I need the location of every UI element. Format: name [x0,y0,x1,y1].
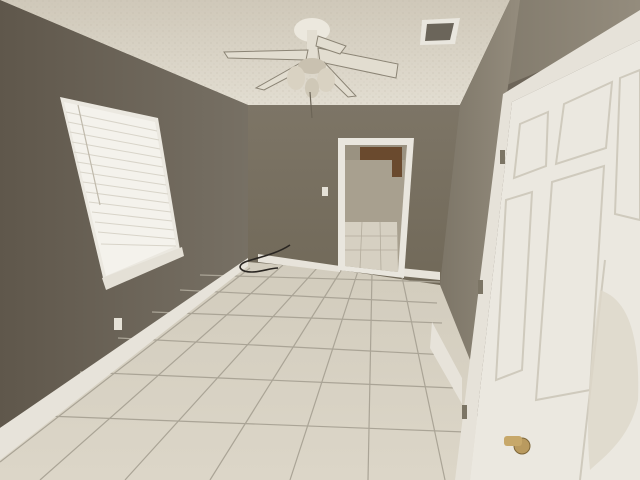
light-switch [322,187,328,196]
air-vent [420,18,460,45]
room-photo [0,0,640,480]
doorway [338,138,414,278]
wall-outlet [114,318,122,330]
room-scene [0,0,640,480]
